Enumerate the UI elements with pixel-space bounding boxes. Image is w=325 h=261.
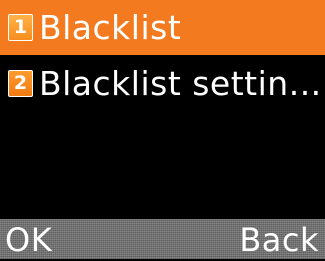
number-badge: 1: [8, 14, 33, 41]
menu-item-blacklist-settings[interactable]: 2 Blacklist settin...: [0, 55, 325, 112]
menu-item-label: Blacklist: [39, 7, 182, 47]
number-badge: 2: [8, 70, 33, 97]
menu-item-label: Blacklist settin...: [39, 63, 322, 103]
softkey-bar: OK Back: [0, 219, 325, 259]
menu-item-blacklist[interactable]: 1 Blacklist: [0, 0, 325, 55]
ok-softkey[interactable]: OK: [5, 219, 52, 259]
menu-list: 1 Blacklist 2 Blacklist settin...: [0, 0, 325, 112]
back-softkey[interactable]: Back: [239, 219, 319, 259]
